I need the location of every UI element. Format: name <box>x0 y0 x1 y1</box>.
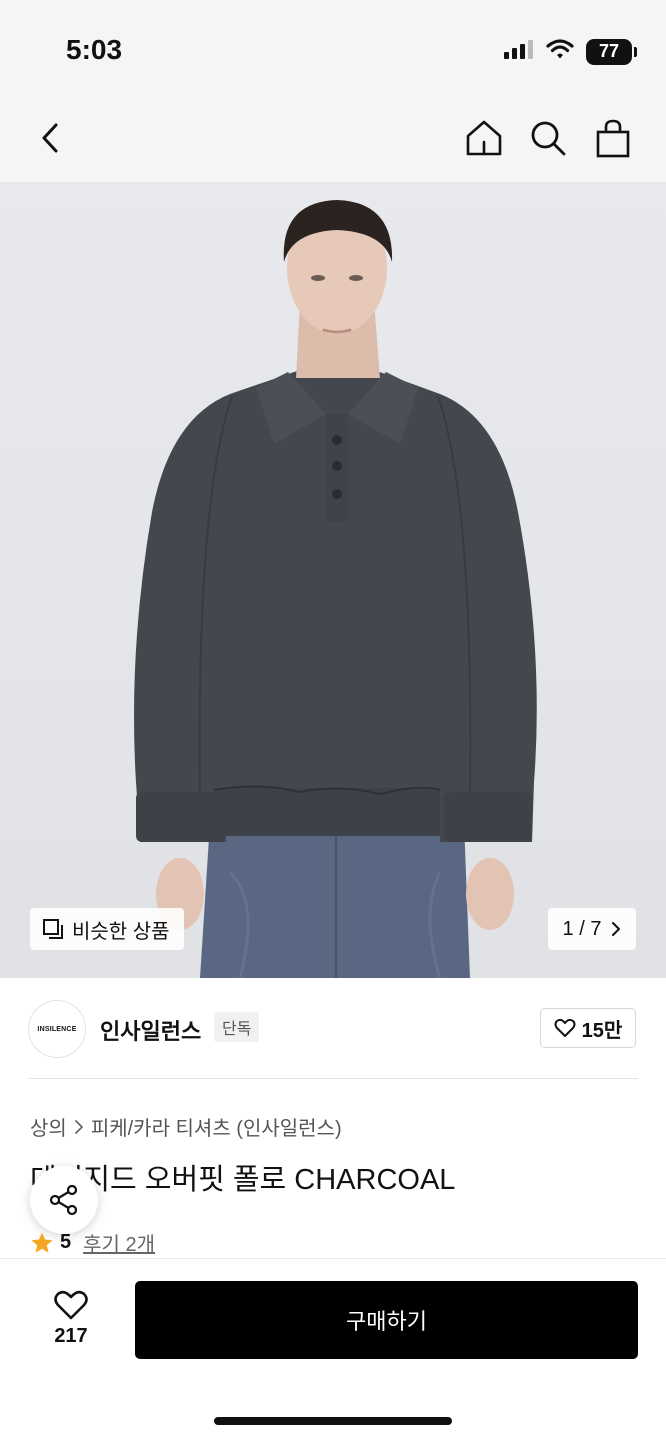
exclusive-badge: 단독 <box>214 1012 260 1042</box>
search-button[interactable] <box>524 114 572 162</box>
rating-row: 5 후기 2개 <box>30 1228 155 1257</box>
brand-logo[interactable]: INSILENCE <box>28 1000 86 1058</box>
brand-row: INSILENCE 인사일런스 단독 15만 <box>0 978 666 1078</box>
home-icon <box>466 120 502 156</box>
brand-name[interactable]: 인사일런스 <box>100 1014 201 1046</box>
wishlist-count: 217 <box>54 1324 88 1347</box>
signal-icon <box>504 39 534 64</box>
wifi-icon <box>546 38 574 65</box>
product-photo <box>134 200 537 978</box>
wishlist-button[interactable]: 217 <box>34 1283 108 1353</box>
chevron-right-icon <box>612 922 621 936</box>
nav-bar <box>0 100 666 182</box>
brand-logo-text: INSILENCE <box>37 1025 77 1033</box>
rating-score: 5 <box>60 1231 72 1253</box>
breadcrumb: 상의 피케/카라 티셔츠 (인사일런스) <box>30 1112 342 1141</box>
bottom-purchase-bar: 217 구매하기 <box>0 1258 666 1440</box>
image-pager[interactable]: 1 / 7 <box>548 908 636 950</box>
battery-icon: 77 <box>586 38 637 65</box>
brand-like-button[interactable]: 15만 <box>540 1008 636 1048</box>
pager-text: 1 / 7 <box>562 917 602 940</box>
status-icons: 77 <box>504 38 637 65</box>
breadcrumb-item[interactable]: 상의 <box>30 1112 67 1141</box>
back-button[interactable] <box>26 114 74 162</box>
shopping-bag-icon <box>596 119 630 158</box>
status-bar: 5:03 77 <box>0 0 666 100</box>
status-time: 5:03 <box>66 34 123 65</box>
chevron-right-icon <box>74 1119 83 1134</box>
home-button[interactable] <box>460 114 508 162</box>
divider <box>28 1078 638 1079</box>
home-indicator <box>214 1417 452 1425</box>
star-icon <box>31 1232 53 1253</box>
back-chevron-icon <box>42 123 58 153</box>
search-icon <box>531 121 566 156</box>
similar-products-label: 비슷한 상품 <box>72 920 170 943</box>
similar-products-button[interactable]: 비슷한 상품 <box>30 908 184 950</box>
similar-items-icon <box>43 919 63 939</box>
product-image-gallery[interactable]: 비슷한 상품 1 / 7 <box>0 182 666 978</box>
share-button[interactable] <box>30 1166 98 1234</box>
heart-outline-icon <box>54 1290 88 1319</box>
share-icon <box>49 1184 78 1216</box>
breadcrumb-item[interactable]: 피케/카라 티셔츠 (인사일런스) <box>91 1112 342 1141</box>
reviews-link[interactable]: 후기 2개 <box>83 1228 155 1257</box>
heart-outline-icon <box>554 1018 576 1037</box>
buy-button[interactable]: 구매하기 <box>135 1281 638 1359</box>
brand-like-count: 15만 <box>581 1019 623 1042</box>
cart-button[interactable] <box>589 114 637 162</box>
battery-level: 77 <box>598 41 620 61</box>
